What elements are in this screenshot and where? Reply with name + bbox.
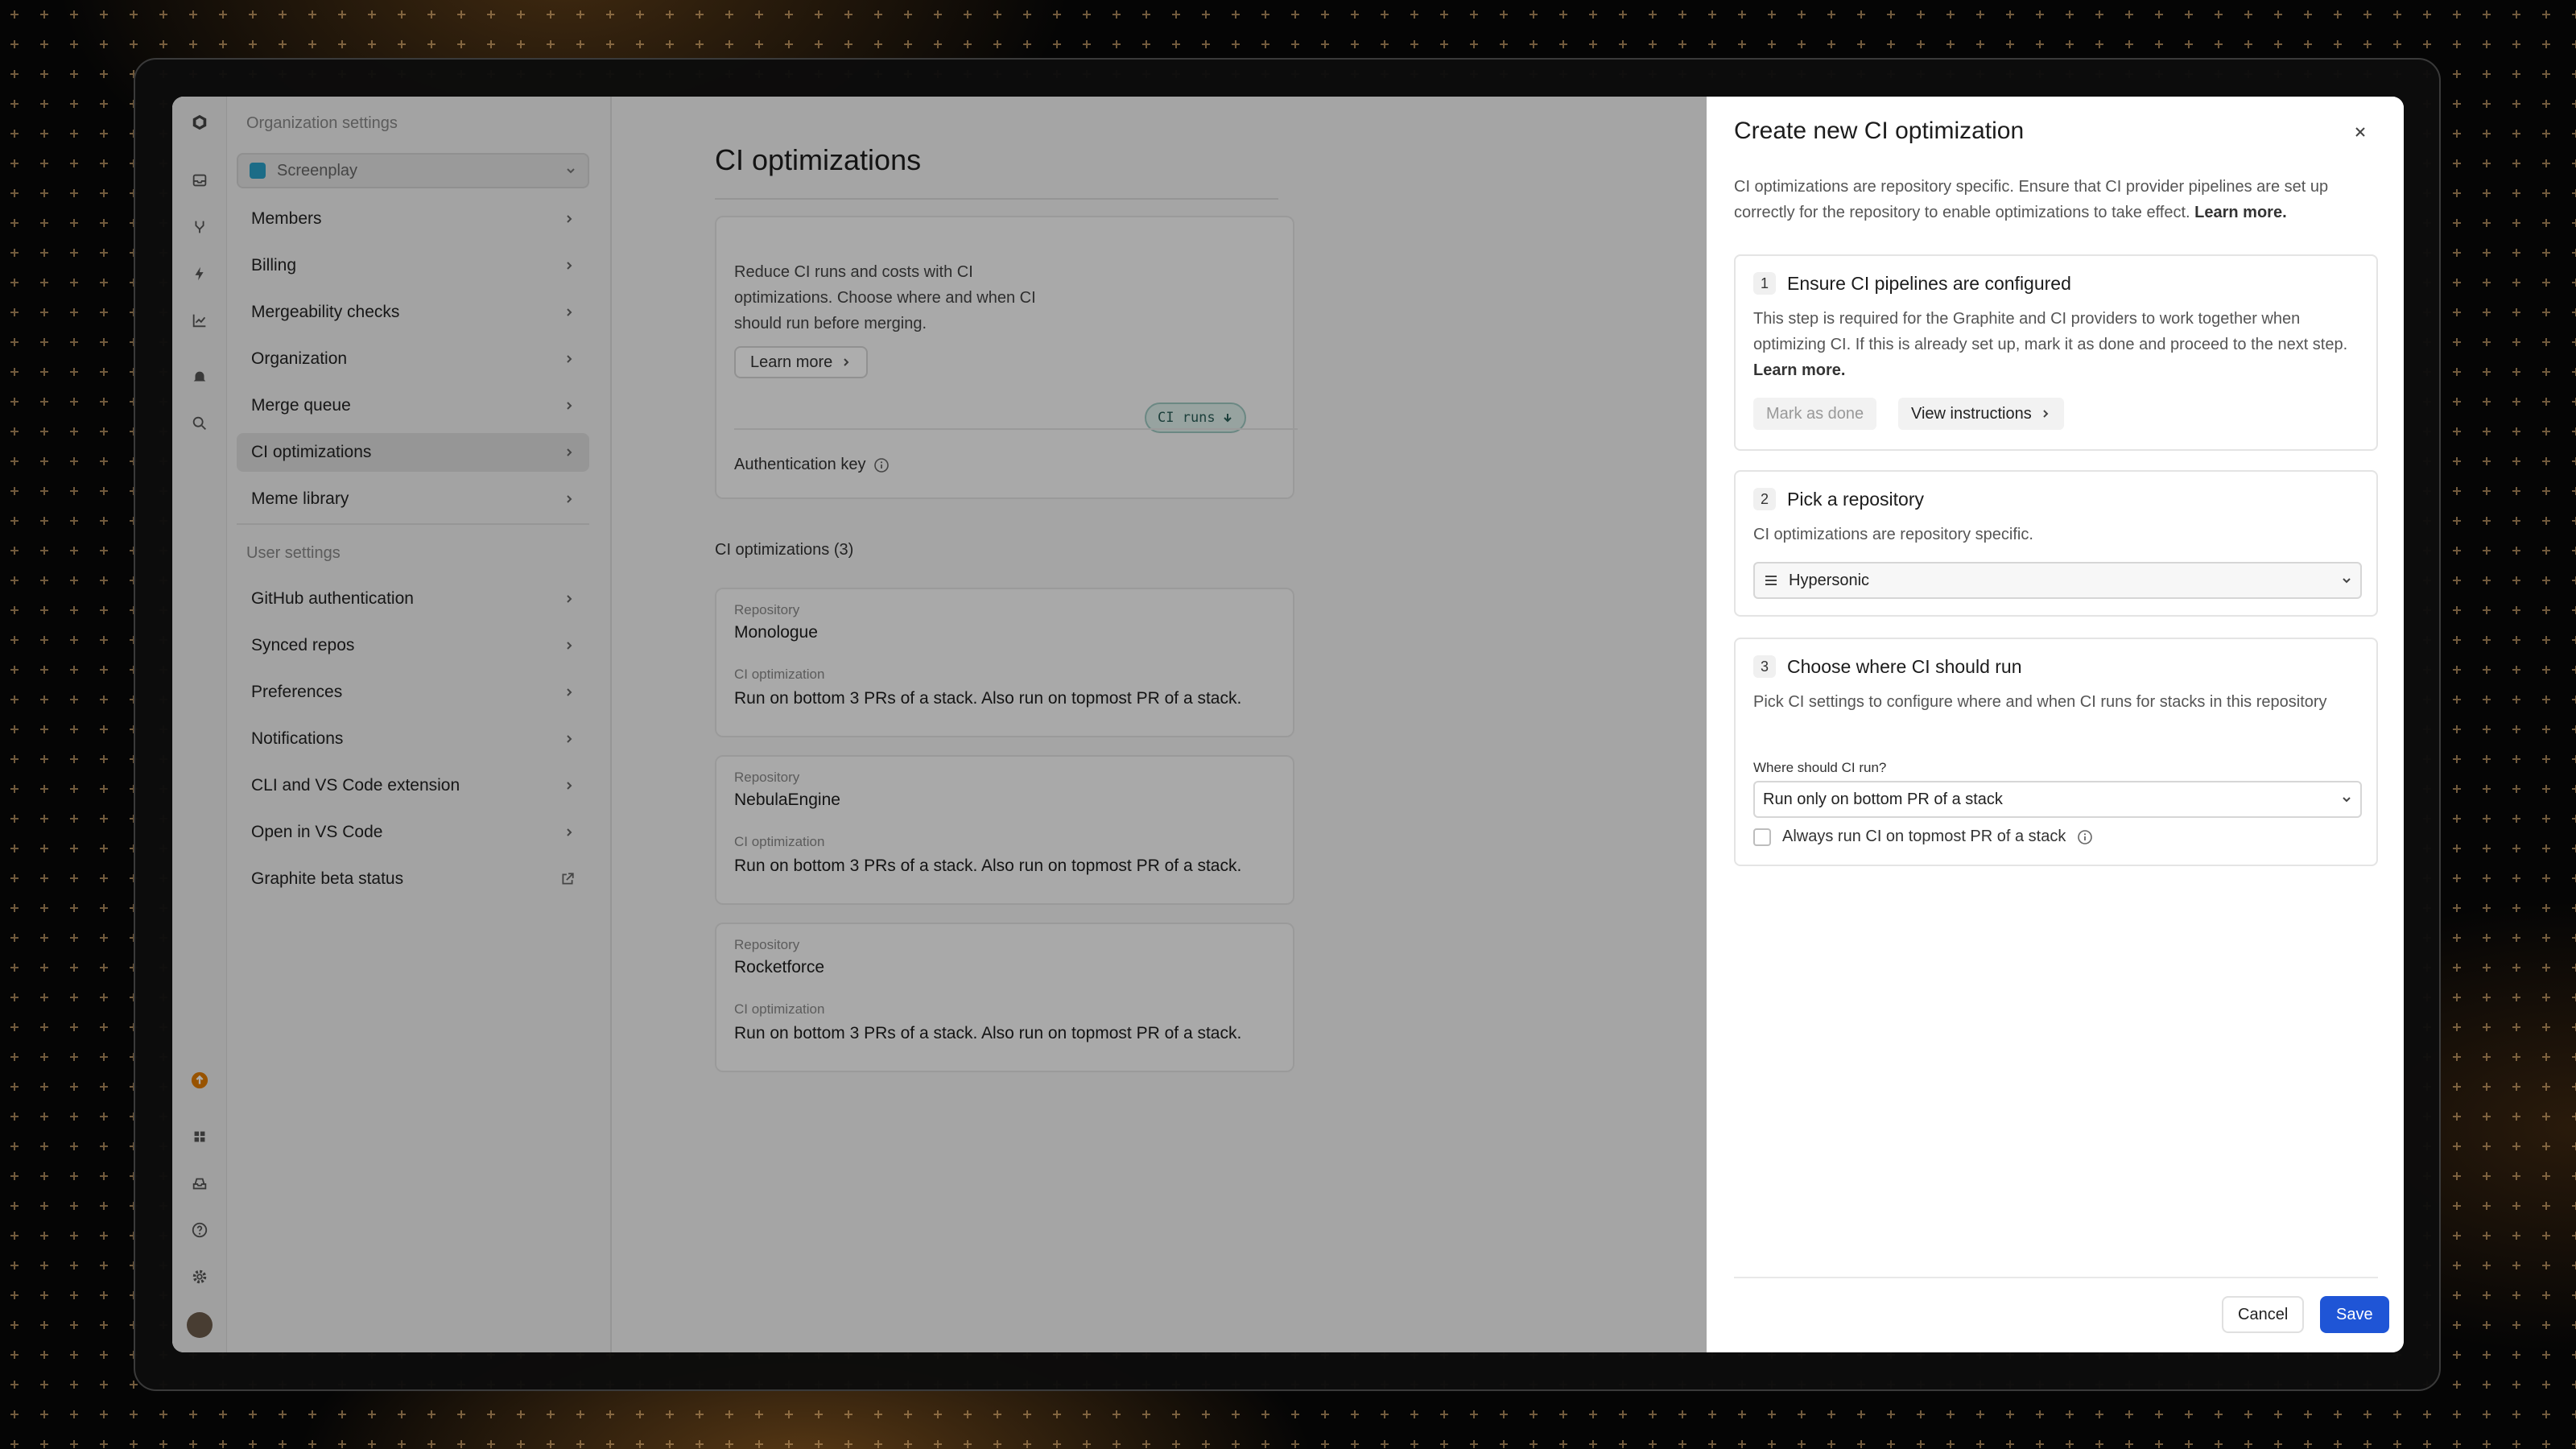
chevron-down-icon — [2343, 797, 2351, 803]
step-header: 2 Pick a repository — [1753, 488, 1924, 510]
create-ci-optimization-drawer: Create new CI optimization CI optimizati… — [1707, 97, 2404, 1352]
close-icon — [2355, 127, 2365, 137]
step-header: 1 Ensure CI pipelines are configured — [1753, 272, 2071, 295]
step-number: 3 — [1753, 655, 1776, 678]
always-run-topmost-row: Always run CI on topmost PR of a stack — [1753, 828, 2093, 846]
step-header: 3 Choose where CI should run — [1753, 655, 2022, 678]
view-instructions-label: View instructions — [1911, 404, 2032, 423]
step-pick-repository: 2 Pick a repository CI optimizations are… — [1734, 470, 2378, 617]
step-title: Pick a repository — [1787, 488, 1925, 510]
step-ensure-pipelines: 1 Ensure CI pipelines are configured Thi… — [1734, 254, 2378, 451]
modal-backdrop[interactable] — [172, 97, 1707, 1352]
cancel-button[interactable]: Cancel — [2222, 1296, 2305, 1333]
info-icon[interactable] — [2077, 829, 2093, 845]
step-number: 1 — [1753, 272, 1776, 295]
drawer-intro-learn-more-link[interactable]: Learn more. — [2194, 204, 2286, 221]
step-choose-where-ci-runs: 3 Choose where CI should run Pick CI set… — [1734, 638, 2378, 866]
app-window: Organization settings Screenplay Members… — [172, 97, 2404, 1352]
repository-select[interactable]: Hypersonic — [1753, 562, 2362, 599]
chevron-down-icon — [2343, 578, 2351, 584]
repository-select-value: Hypersonic — [1789, 571, 1870, 589]
chevron-right-icon — [2042, 410, 2049, 418]
save-button[interactable]: Save — [2320, 1296, 2389, 1333]
footer-divider — [1734, 1277, 2378, 1278]
step-description: Pick CI settings to configure where and … — [1753, 693, 2327, 711]
step-description: CI optimizations are repository specific… — [1753, 526, 2033, 543]
step-learn-more-link[interactable]: Learn more. — [1753, 361, 1845, 379]
mark-as-done-button[interactable]: Mark as done — [1753, 398, 1877, 430]
where-ci-run-label: Where should CI run? — [1753, 760, 1887, 775]
view-instructions-button[interactable]: View instructions — [1898, 398, 2064, 430]
step-title: Ensure CI pipelines are configured — [1787, 272, 2071, 294]
step-number: 2 — [1753, 488, 1776, 510]
step-title: Choose where CI should run — [1787, 655, 2022, 677]
repo-list-icon — [1765, 576, 1777, 585]
always-run-topmost-label: Always run CI on topmost PR of a stack — [1782, 828, 2066, 845]
always-run-topmost-checkbox[interactable] — [1753, 828, 1771, 846]
where-ci-run-select-value: Run only on bottom PR of a stack — [1763, 790, 2003, 808]
step-description-text: This step is required for the Graphite a… — [1753, 310, 2348, 353]
drawer-intro: CI optimizations are repository specific… — [1734, 174, 2378, 225]
close-button[interactable] — [2349, 121, 2372, 143]
where-ci-run-select[interactable]: Run only on bottom PR of a stack — [1753, 781, 2362, 818]
drawer-title: Create new CI optimization — [1734, 118, 2025, 144]
mark-as-done-label: Mark as done — [1766, 404, 1864, 423]
step-description: This step is required for the Graphite a… — [1753, 306, 2365, 383]
